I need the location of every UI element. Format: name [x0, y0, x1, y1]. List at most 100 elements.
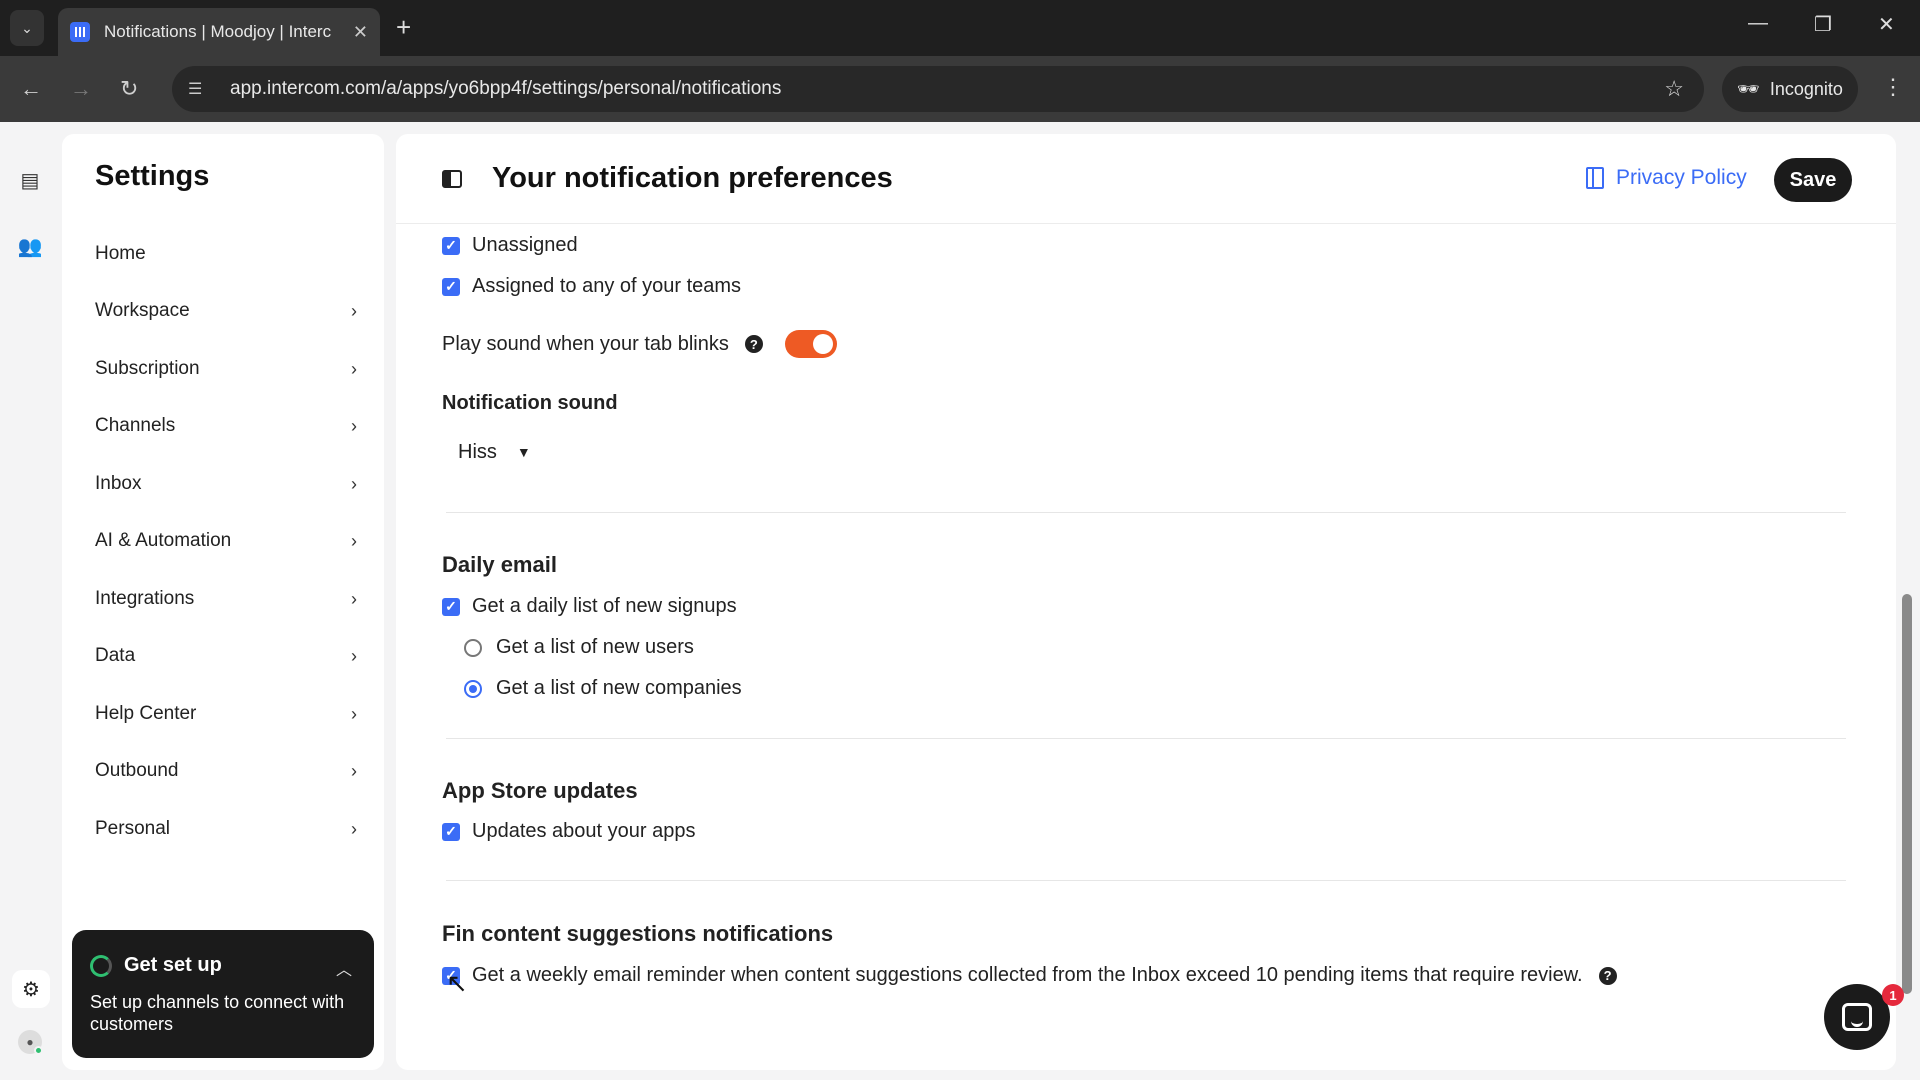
play-sound-toggle[interactable] — [784, 330, 837, 358]
new-tab-button[interactable]: + — [396, 12, 411, 43]
chevron-right-icon: › — [351, 358, 357, 379]
sidebar-item-workspace[interactable]: Workspace › — [95, 291, 357, 331]
incognito-indicator[interactable]: 🕶 Incognito — [1722, 66, 1858, 112]
settings-gear-icon[interactable]: ⚙ — [12, 970, 50, 1008]
option-label: Updates about your apps — [472, 820, 696, 842]
reload-icon[interactable]: ↻ — [120, 76, 138, 102]
close-window-icon[interactable]: ✕ — [1878, 12, 1895, 37]
progress-ring-icon — [90, 954, 112, 977]
chevron-right-icon: › — [351, 645, 357, 666]
messenger-launcher[interactable] — [1824, 984, 1890, 1050]
inbox-icon[interactable]: ▤ — [18, 168, 42, 192]
setup-description: Set up channels to connect with customer… — [90, 992, 345, 1034]
radio-selected[interactable] — [464, 679, 482, 698]
sidebar-item-integrations[interactable]: Integrations › — [95, 579, 357, 619]
chevron-right-icon: › — [351, 473, 357, 494]
daily-email-title: Daily email — [442, 552, 557, 577]
sidebar-item-label: Channels — [95, 415, 176, 436]
privacy-policy-label: Privacy Policy — [1616, 166, 1747, 189]
intercom-favicon-icon — [70, 22, 90, 42]
checkbox-checked[interactable]: ✓ — [442, 597, 460, 616]
page-scrollbar[interactable] — [1900, 134, 1914, 1064]
chevron-up-icon[interactable]: ︿ — [336, 956, 352, 980]
unread-badge: 1 — [1882, 984, 1904, 1006]
new-users-option[interactable]: Get a list of new users — [464, 636, 694, 659]
radio-unselected[interactable] — [464, 638, 482, 657]
bookmark-star-icon[interactable]: ☆ — [1664, 76, 1684, 102]
site-info-icon[interactable]: ☰ — [188, 79, 212, 99]
fin-reminder-option[interactable]: ✓ Get a weekly email reminder when conte… — [442, 964, 1617, 987]
checkbox-checked[interactable]: ✓ — [442, 822, 460, 841]
chevron-right-icon: › — [351, 818, 357, 839]
chevron-right-icon: › — [351, 703, 357, 724]
sidebar-item-personal[interactable]: Personal › — [95, 809, 357, 849]
sidebar-item-label: Outbound — [95, 760, 179, 781]
notification-sound-title: Notification sound — [442, 392, 618, 414]
sidebar-item-home[interactable]: Home — [95, 234, 357, 274]
daily-signups-option[interactable]: ✓ Get a daily list of new signups — [442, 595, 737, 618]
sidebar-item-label: Help Center — [95, 703, 197, 724]
forward-icon[interactable]: → — [70, 76, 92, 102]
divider — [446, 512, 1846, 513]
option-label: Assigned to any of your teams — [472, 275, 742, 297]
new-companies-option[interactable]: Get a list of new companies — [464, 677, 742, 700]
checkbox-checked[interactable]: ✓ — [442, 236, 460, 255]
sidebar-item-label: Home — [95, 243, 146, 264]
assigned-teams-option[interactable]: ✓ Assigned to any of your teams — [442, 275, 741, 298]
option-label: Get a list of new users — [496, 636, 694, 658]
save-button[interactable]: Save — [1774, 158, 1852, 202]
sidebar-item-ai-automation[interactable]: AI & Automation › — [95, 521, 357, 561]
option-label: Get a list of new companies — [496, 677, 742, 699]
unassigned-option[interactable]: ✓ Unassigned — [442, 234, 578, 257]
sidebar-item-subscription[interactable]: Subscription › — [95, 349, 357, 389]
sidebar-item-help-center[interactable]: Help Center › — [95, 694, 357, 734]
notification-sound-select[interactable]: Hiss ▼ — [442, 430, 552, 474]
chat-icon — [1842, 1003, 1872, 1031]
online-status-dot — [34, 1046, 43, 1055]
tab-search-button[interactable]: ⌄ — [10, 10, 44, 46]
minimize-icon[interactable]: — — [1748, 12, 1768, 35]
sidebar-item-label: Data — [95, 645, 136, 666]
sidebar-item-label: Inbox — [95, 473, 142, 494]
sidebar-title: Settings — [95, 160, 210, 192]
option-label: Get a weekly email reminder when content… — [472, 964, 1583, 986]
url-text: app.intercom.com/a/apps/yo6bpp4f/setting… — [230, 78, 782, 99]
checkbox-checked[interactable]: ✓ — [442, 277, 460, 296]
address-bar[interactable]: ☰ app.intercom.com/a/apps/yo6bpp4f/setti… — [172, 66, 1704, 112]
close-tab-icon[interactable]: ✕ — [353, 22, 368, 43]
setup-title: Get set up — [124, 954, 222, 976]
sidebar-toggle-icon[interactable] — [442, 170, 462, 188]
chevron-right-icon: › — [351, 300, 357, 321]
divider — [446, 880, 1846, 881]
sidebar-item-data[interactable]: Data › — [95, 636, 357, 676]
incognito-label: Incognito — [1769, 78, 1843, 99]
browser-toolbar: ← → ↻ ☰ app.intercom.com/a/apps/yo6bpp4f… — [0, 56, 1920, 122]
help-icon[interactable]: ? — [744, 335, 763, 353]
chevron-right-icon: › — [351, 530, 357, 551]
help-icon[interactable]: ? — [1598, 966, 1617, 985]
back-icon[interactable]: ← — [20, 76, 42, 102]
mouse-cursor-icon: ↖ — [446, 968, 468, 998]
browser-tab[interactable]: Notifications | Moodjoy | Interc ✕ — [58, 8, 380, 56]
option-label: Get a daily list of new signups — [472, 595, 737, 617]
sidebar-item-outbound[interactable]: Outbound › — [95, 751, 357, 791]
sidebar-item-label: Integrations — [95, 588, 195, 609]
tab-title: Notifications | Moodjoy | Interc — [104, 22, 332, 41]
contacts-icon[interactable]: 👥 — [18, 234, 43, 258]
browser-menu-icon[interactable]: ⋮ — [1882, 74, 1904, 100]
privacy-policy-link[interactable]: Privacy Policy — [1586, 166, 1747, 190]
book-icon — [1586, 167, 1604, 189]
app-updates-option[interactable]: ✓ Updates about your apps — [442, 820, 696, 843]
sidebar-item-channels[interactable]: Channels › — [95, 406, 357, 446]
get-set-up-card[interactable]: Get set up ︿ Set up channels to connect … — [72, 930, 374, 1058]
scrollbar-thumb[interactable] — [1902, 594, 1912, 994]
sidebar-item-inbox[interactable]: Inbox › — [95, 464, 357, 504]
restore-icon[interactable]: ❐ — [1814, 12, 1832, 37]
incognito-icon: 🕶 — [1737, 78, 1760, 99]
chevron-right-icon: › — [351, 760, 357, 781]
chevron-down-icon: ▼ — [516, 444, 531, 460]
main-panel: Your notification preferences Privacy Po… — [396, 134, 1896, 1070]
fin-title: Fin content suggestions notifications — [442, 921, 834, 946]
chevron-right-icon: › — [351, 415, 357, 436]
app-icon-rail: ▤ 👥 — [0, 122, 60, 1080]
